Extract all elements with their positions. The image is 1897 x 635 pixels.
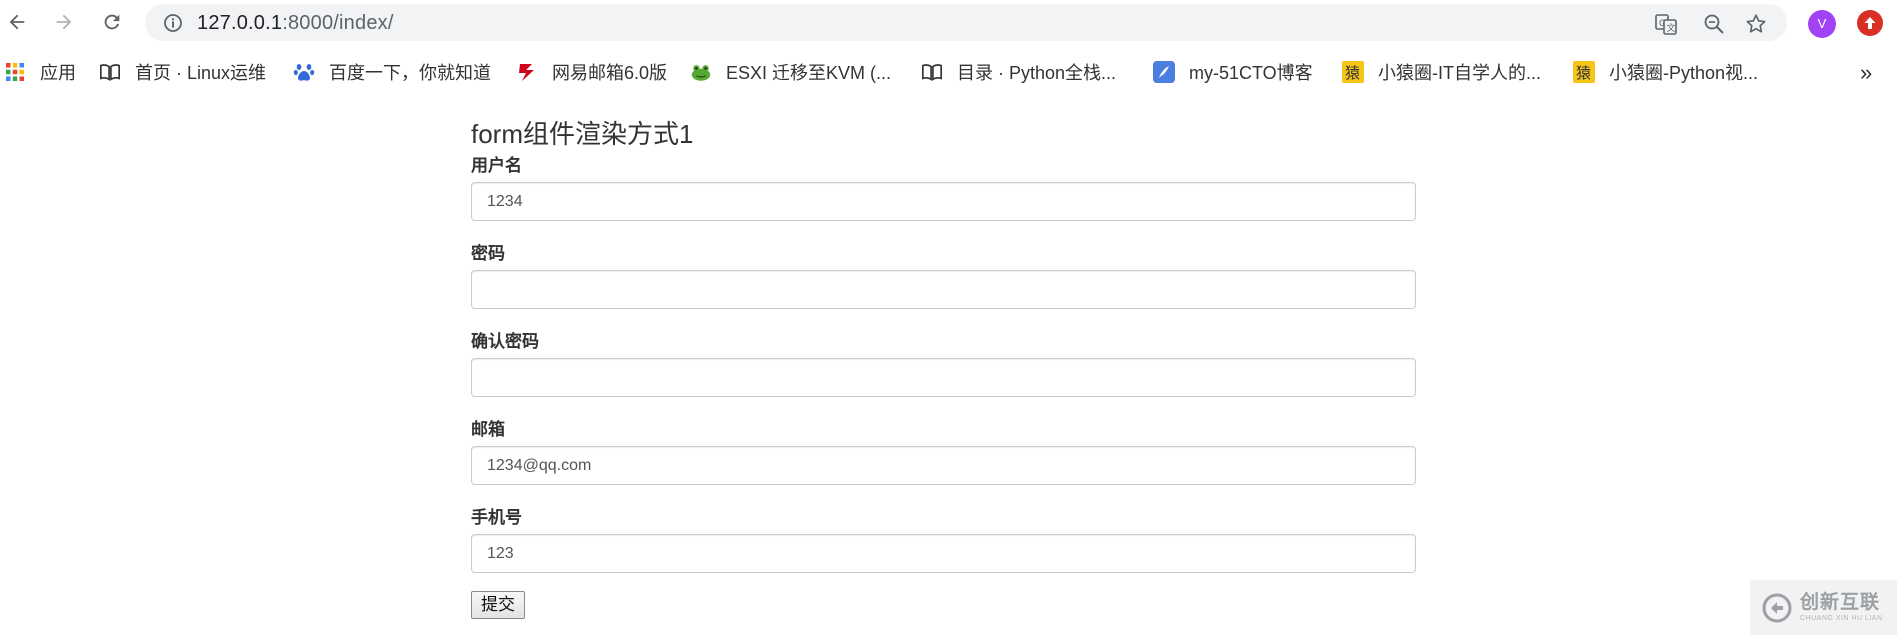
watermark-cn: 创新互联: [1800, 592, 1881, 613]
svg-text:猿: 猿: [1345, 64, 1360, 82]
address-bar[interactable]: 127.0.0.1:8000/index/ G文: [145, 4, 1787, 41]
form-container: form组件渲染方式1 用户名 密码 确认密码 邮箱 手机号 提交: [471, 118, 1416, 619]
browser-toolbar: 127.0.0.1:8000/index/ G文 V: [0, 0, 1897, 45]
bookmark-label: 首页 · Linux运维: [135, 63, 267, 83]
bookmarks-overflow-chevron[interactable]: »: [1860, 60, 1872, 86]
svg-text:猿: 猿: [1576, 64, 1591, 82]
profile-avatar[interactable]: V: [1808, 10, 1836, 38]
confirm-password-input[interactable]: [471, 358, 1416, 397]
url-path: :8000/index/: [282, 12, 394, 34]
arrow-right-icon: [56, 14, 72, 30]
bookmark-xiaoyuan-2[interactable]: 猿 小猿圈-Python视...: [1573, 58, 1758, 86]
bookmarks-bar: 应用 首页 · Linux运维 百度一下，你就知道 网易邮箱6.0版 ESXI …: [0, 56, 1897, 88]
netease-mail-icon: [516, 61, 538, 83]
watermark-en: CHUANG XIN HU LIAN: [1800, 615, 1883, 622]
bookmark-linux-ops[interactable]: 首页 · Linux运维: [99, 58, 266, 86]
email-input[interactable]: [471, 446, 1416, 485]
yuan-icon: 猿: [1342, 61, 1364, 83]
password-input[interactable]: [471, 270, 1416, 309]
svg-text:文: 文: [1667, 22, 1676, 34]
url-host: 127.0.0.1: [197, 12, 283, 34]
bookmark-baidu[interactable]: 百度一下，你就知道: [293, 58, 491, 86]
reload-button[interactable]: [98, 8, 126, 36]
username-input[interactable]: [471, 182, 1416, 221]
book-icon: [921, 61, 943, 83]
bookmark-label: 小猿圈-Python视...: [1609, 63, 1759, 83]
watermark-logo-icon: [1762, 593, 1792, 622]
bookmark-python-fullstack[interactable]: 目录 · Python全栈...: [921, 58, 1116, 86]
email-label: 邮箱: [471, 420, 505, 439]
star-icon[interactable]: [1744, 12, 1768, 36]
baidu-paw-icon: [293, 61, 315, 83]
bookmark-label: 应用: [40, 63, 76, 83]
confirm-password-label: 确认密码: [471, 332, 539, 351]
bookmark-label: my-51CTO博客: [1189, 63, 1313, 83]
arrow-up-icon: [1864, 17, 1876, 29]
page-title: form组件渲染方式1: [471, 119, 694, 149]
arrow-left-icon: [9, 14, 25, 30]
password-label: 密码: [471, 244, 505, 263]
submit-button[interactable]: 提交: [471, 591, 525, 619]
url-text: 127.0.0.1:8000/index/: [197, 12, 394, 34]
book-icon: [99, 61, 121, 83]
username-label: 用户名: [471, 156, 522, 175]
phone-label: 手机号: [471, 508, 522, 527]
bookmark-label: 目录 · Python全栈...: [957, 63, 1117, 83]
update-button[interactable]: [1857, 10, 1883, 36]
frog-icon: [690, 61, 712, 83]
bookmark-apps[interactable]: 应用: [4, 58, 76, 86]
info-icon[interactable]: [163, 13, 183, 33]
bookmark-label: 小猿圈-IT自学人的...: [1378, 63, 1541, 83]
reload-icon: [104, 14, 120, 30]
bookmark-netease-mail[interactable]: 网易邮箱6.0版: [516, 58, 667, 86]
forward-button[interactable]: [50, 8, 78, 36]
bookmark-label: 百度一下，你就知道: [329, 63, 491, 83]
yuan-icon: 猿: [1573, 61, 1595, 83]
bookmark-label: 网易邮箱6.0版: [552, 63, 668, 83]
translate-icon[interactable]: G文: [1654, 12, 1678, 36]
feather-icon: [1153, 61, 1175, 83]
bookmark-esxi-kvm[interactable]: ESXI 迁移至KVM (...: [690, 58, 891, 86]
zoom-icon[interactable]: [1702, 12, 1726, 36]
watermark: 创新互联 CHUANG XIN HU LIAN: [1750, 580, 1897, 635]
watermark-text: 创新互联 CHUANG XIN HU LIAN: [1800, 593, 1883, 622]
apps-grid-icon: [4, 61, 26, 83]
bookmark-label: ESXI 迁移至KVM (...: [726, 63, 892, 83]
bookmark-xiaoyuan-1[interactable]: 猿 小猿圈-IT自学人的...: [1342, 58, 1541, 86]
back-button[interactable]: [3, 8, 31, 36]
bookmark-51cto[interactable]: my-51CTO博客: [1153, 58, 1313, 86]
phone-input[interactable]: [471, 534, 1416, 573]
